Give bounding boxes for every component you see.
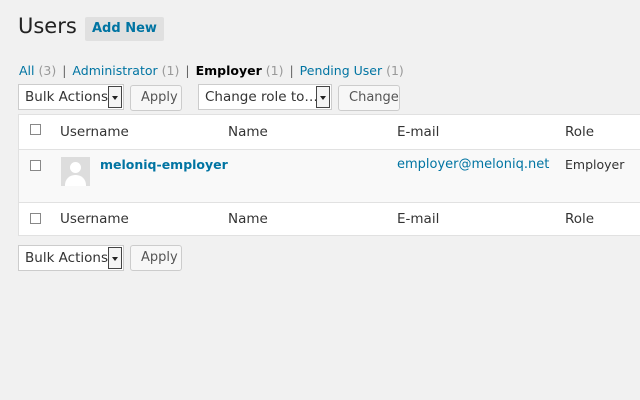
avatar <box>61 157 90 186</box>
column-email[interactable]: E-mail <box>397 124 439 140</box>
bulk-actions-select-bottom[interactable]: Bulk Actions <box>18 245 124 271</box>
user-role: Employer <box>565 157 625 172</box>
column-role-footer: Role <box>565 211 595 227</box>
chevron-down-icon <box>108 247 122 269</box>
users-table: Username Name E-mail Role meloniq-employ… <box>18 114 640 236</box>
bulk-actions-select-top[interactable]: Bulk Actions <box>18 84 124 110</box>
filter-separator: | <box>289 63 294 78</box>
change-button[interactable]: Change <box>338 85 400 111</box>
email-link[interactable]: employer@meloniq.net <box>397 157 549 172</box>
filter-separator: | <box>62 63 67 78</box>
bulk-actions-value: Bulk Actions <box>25 89 108 105</box>
filter-employer-current[interactable]: Employer (1) <box>196 63 284 78</box>
column-name[interactable]: Name <box>228 124 268 140</box>
filter-separator: | <box>185 63 190 78</box>
chevron-down-icon <box>316 86 330 108</box>
filter-employer-count: (1) <box>265 63 284 78</box>
users-screen: Users Add New All (3) | Administrator (1) |… <box>0 0 640 400</box>
column-email-footer[interactable]: E-mail <box>397 211 439 227</box>
filter-administrator-count: (1) <box>161 63 180 78</box>
column-username[interactable]: Username <box>60 124 129 140</box>
filter-administrator-label: Administrator <box>72 63 158 78</box>
select-all-checkbox[interactable] <box>30 124 41 135</box>
table-footer-row: Username Name E-mail Role <box>19 203 640 236</box>
apply-button-top[interactable]: Apply <box>130 85 182 111</box>
select-all-checkbox-footer[interactable] <box>30 213 41 224</box>
filter-administrator-link[interactable]: Administrator (1) <box>72 63 179 78</box>
row-checkbox[interactable] <box>30 160 41 171</box>
table-header-row: Username Name E-mail Role <box>19 115 640 150</box>
filter-pending-user-link[interactable]: Pending User (1) <box>300 63 404 78</box>
apply-button-bottom[interactable]: Apply <box>130 245 182 271</box>
bulk-actions-value-bottom: Bulk Actions <box>25 250 108 266</box>
avatar-head <box>70 162 81 173</box>
filter-all-link[interactable]: All (3) <box>19 63 56 78</box>
column-username-footer[interactable]: Username <box>60 211 129 227</box>
filter-pending-user-label: Pending User <box>299 63 383 78</box>
filter-pending-user-count: (1) <box>386 63 404 78</box>
add-new-button[interactable]: Add New <box>85 17 164 41</box>
username-link[interactable]: meloniq-employer <box>100 157 228 172</box>
filter-all-label: All <box>19 63 35 78</box>
role-filter-links: All (3) | Administrator (1) | Employer (1) | P… <box>19 63 404 78</box>
filter-all-count: (3) <box>38 63 57 78</box>
change-role-select[interactable]: Change role to… <box>198 84 332 110</box>
avatar-body <box>65 175 86 186</box>
table-row: meloniq-employer employer@meloniq.net Em… <box>19 150 640 203</box>
filter-employer-label: Employer <box>195 63 262 78</box>
column-role: Role <box>565 124 595 140</box>
chevron-down-icon <box>108 86 122 108</box>
column-name-footer[interactable]: Name <box>228 211 268 227</box>
change-role-value: Change role to… <box>205 89 318 105</box>
page-title: Users <box>18 14 77 38</box>
